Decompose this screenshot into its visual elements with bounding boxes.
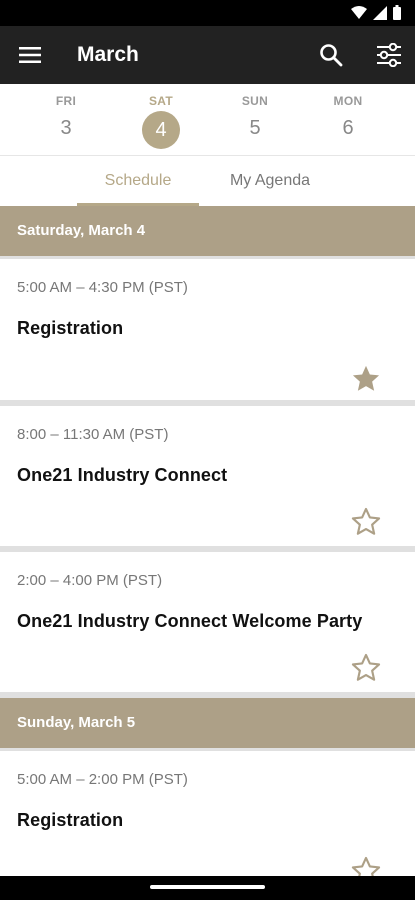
session-time: 2:00 – 4:00 PM (PST) [17, 572, 163, 589]
star-outline-icon[interactable] [350, 506, 382, 538]
session-time: 5:00 AM – 4:30 PM (PST) [17, 279, 188, 296]
search-button[interactable] [315, 39, 347, 71]
session-card[interactable]: 2:00 – 4:00 PM (PST) One21 Industry Conn… [0, 552, 415, 692]
session-title: One21 Industry Connect [17, 465, 228, 485]
page-title: March [77, 43, 139, 66]
section-header: Saturday, March 4 [0, 206, 415, 256]
day-number: 3 [60, 117, 72, 139]
menu-button[interactable] [12, 40, 48, 70]
day-number: 4 [155, 119, 167, 141]
date-mon[interactable]: MON 6 [313, 84, 383, 156]
section-header: Sunday, March 5 [0, 698, 415, 748]
app-bar: March [0, 26, 415, 84]
session-time: 5:00 AM – 2:00 PM (PST) [17, 771, 188, 788]
day-number: 6 [342, 117, 354, 139]
session-card[interactable]: 5:00 AM – 2:00 PM (PST) Registration [0, 751, 415, 876]
star-outline-icon[interactable] [350, 652, 382, 684]
status-icons [351, 5, 401, 20]
wifi-icon [351, 5, 367, 19]
day-of-week: SUN [241, 94, 269, 108]
date-fri[interactable]: FRI 3 [31, 84, 101, 156]
tab-schedule[interactable]: Schedule [77, 156, 199, 206]
date-selector: FRI 3 SAT 4 SUN 5 MON 6 [0, 84, 415, 156]
day-of-week: SAT [148, 94, 173, 108]
date-sun[interactable]: SUN 5 [220, 84, 290, 156]
filter-sliders-icon [377, 43, 401, 67]
filter-button[interactable] [371, 39, 407, 71]
cellular-signal-icon [373, 5, 387, 20]
hamburger-menu-icon [19, 47, 41, 63]
star-filled-icon[interactable] [350, 363, 382, 395]
status-bar [0, 0, 415, 26]
day-number: 5 [249, 117, 261, 139]
schedule-list[interactable]: Saturday, March 4 5:00 AM – 4:30 PM (PST… [0, 206, 415, 876]
tab-bar: Schedule My Agenda [0, 156, 415, 206]
home-gesture-handle[interactable] [150, 885, 265, 889]
search-icon [320, 44, 343, 67]
session-title: Registration [17, 318, 124, 338]
session-title: One21 Industry Connect Welcome Party [17, 611, 363, 631]
day-of-week: FRI [55, 94, 77, 108]
battery-icon [393, 5, 401, 20]
session-time: 8:00 – 11:30 AM (PST) [17, 426, 169, 443]
session-card[interactable]: 5:00 AM – 4:30 PM (PST) Registration [0, 259, 415, 400]
star-outline-icon[interactable] [350, 855, 382, 876]
session-card[interactable]: 8:00 – 11:30 AM (PST) One21 Industry Con… [0, 406, 415, 546]
system-navigation-bar [0, 876, 415, 900]
session-title: Registration [17, 810, 124, 830]
tab-my-agenda[interactable]: My Agenda [205, 156, 335, 206]
day-of-week: MON [333, 94, 363, 108]
date-sat[interactable]: SAT 4 [126, 84, 196, 156]
